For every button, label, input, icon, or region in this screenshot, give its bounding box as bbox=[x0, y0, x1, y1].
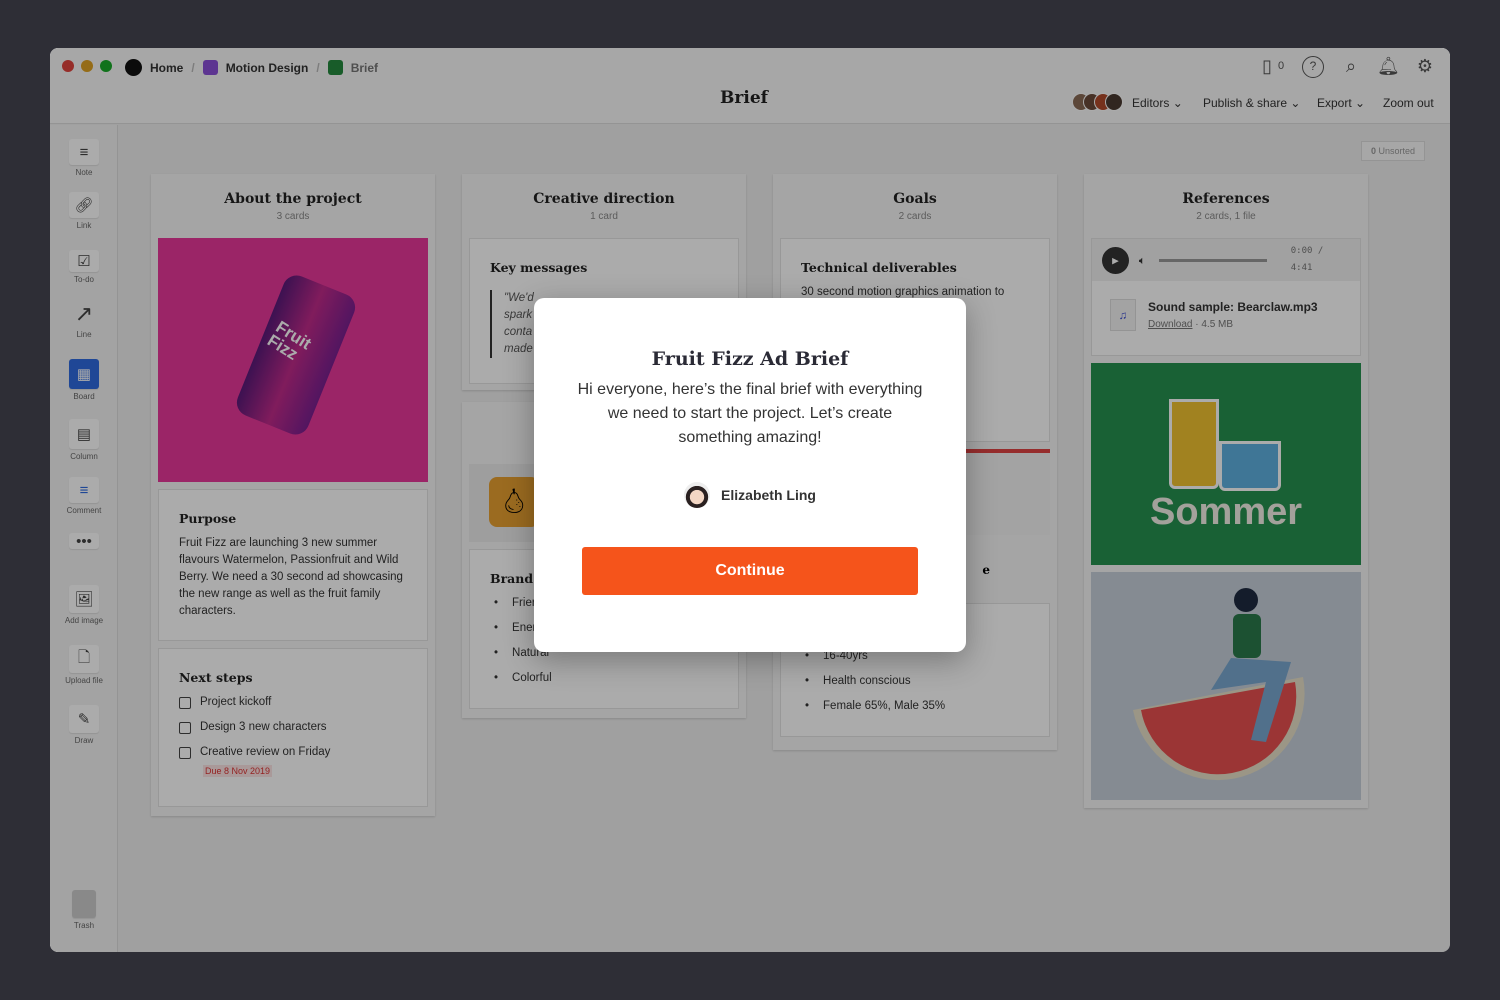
modal-message: Hi everyone, here’s the final brief with… bbox=[577, 381, 923, 446]
modal-author: Elizabeth Ling bbox=[534, 482, 966, 508]
modal-title: Fruit Fizz Ad Brief bbox=[651, 348, 849, 370]
continue-button[interactable]: Continue bbox=[582, 547, 918, 595]
welcome-modal: Fruit Fizz Ad Brief Hi everyone, here’s … bbox=[534, 298, 966, 652]
author-avatar bbox=[684, 482, 711, 508]
author-name: Elizabeth Ling bbox=[721, 487, 816, 503]
app-window: Home / Motion Design / Brief Brief ▯ 0 ?… bbox=[50, 48, 1450, 952]
